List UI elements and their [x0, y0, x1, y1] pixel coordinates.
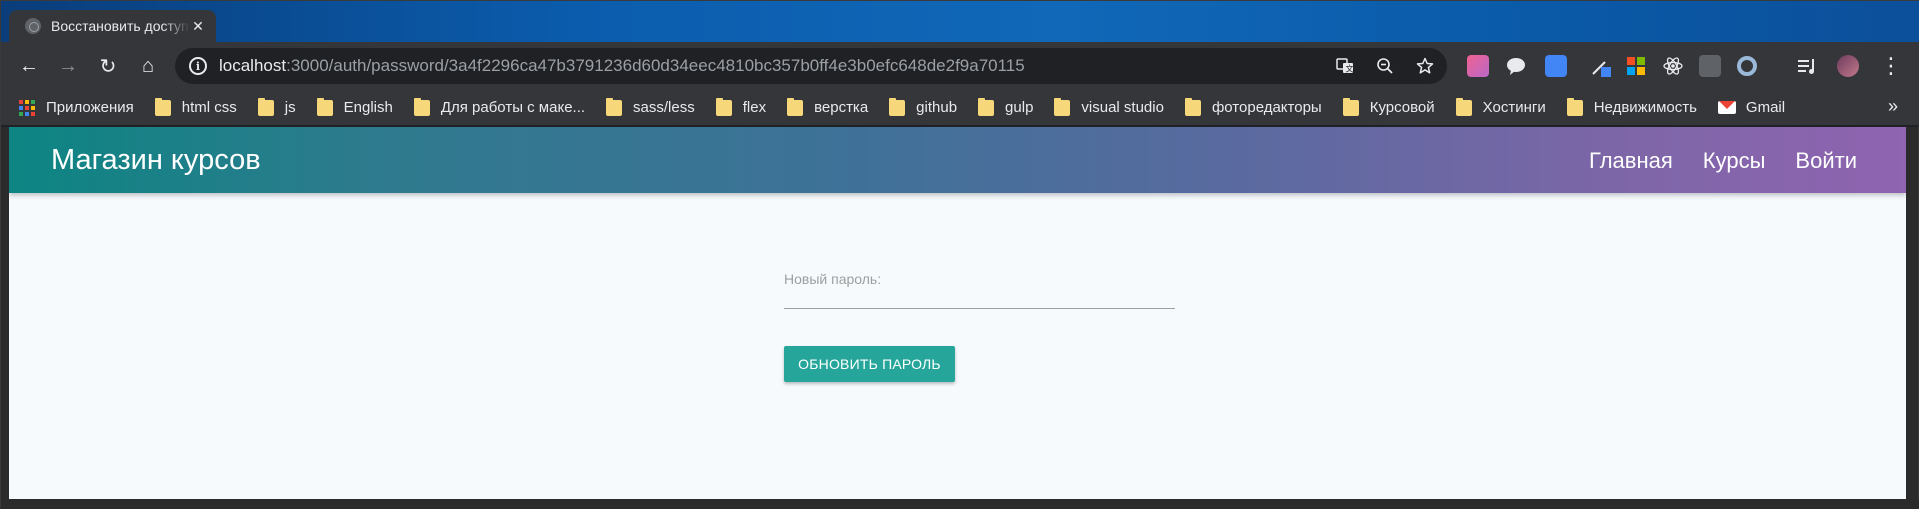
bookmark-label: flex — [742, 99, 767, 116]
bookmark-folder[interactable]: gulp — [978, 97, 1034, 116]
media-control-icon[interactable] — [1796, 55, 1818, 77]
bookmark-label: Хостинги — [1482, 99, 1546, 116]
bookmark-folder[interactable]: sass/less — [606, 97, 695, 116]
tab-strip: Восстановить доступ ✕ — [1, 1, 1919, 42]
bookmark-label: Приложения — [46, 99, 134, 116]
svg-text:文: 文 — [1346, 64, 1354, 74]
folder-icon — [1342, 97, 1359, 116]
globe-icon — [25, 18, 41, 34]
url-host: localhost — [219, 56, 287, 75]
folder-icon — [978, 97, 995, 116]
browser-window: Восстановить доступ ✕ ← → ↻ ⌂ i localhos… — [0, 0, 1919, 509]
bookmark-label: English — [343, 99, 393, 116]
bookmark-label: gulp — [1005, 99, 1034, 116]
window-frame-right — [1904, 127, 1918, 509]
tab-title: Восстановить доступ — [51, 18, 189, 34]
folder-icon — [1566, 97, 1583, 116]
ring-extension-icon[interactable] — [1736, 55, 1758, 77]
bookmark-label: html css — [181, 99, 237, 116]
folder-icon — [1455, 97, 1472, 116]
folder-icon — [257, 97, 274, 116]
reload-button[interactable]: ↻ — [94, 52, 122, 80]
bookmark-label: верстка — [814, 99, 869, 116]
avatar[interactable] — [1837, 55, 1859, 77]
chat-extension-icon[interactable] — [1505, 55, 1527, 77]
bookmark-folder[interactable]: visual studio — [1054, 97, 1164, 116]
folder-icon — [1054, 97, 1071, 116]
bookmark-folder[interactable]: html css — [154, 97, 237, 116]
folder-icon — [1184, 97, 1201, 116]
site-nav: Главная Курсы Войти — [1589, 148, 1857, 174]
bookmark-label: Курсовой — [1369, 99, 1435, 116]
url-path: :3000/auth/password/3a4f2296ca47b3791236… — [286, 56, 1025, 75]
bookmark-folder[interactable]: js — [257, 97, 296, 116]
bookmark-folder[interactable]: English — [316, 97, 393, 116]
bookmark-label: Недвижимость — [1593, 99, 1697, 116]
bookmark-label: visual studio — [1081, 99, 1164, 116]
browser-toolbar: ← → ↻ ⌂ i localhost:3000/auth/password/3… — [1, 42, 1919, 90]
bookmark-label: sass/less — [633, 99, 695, 116]
bookmark-folder[interactable]: Курсовой — [1342, 97, 1435, 116]
react-devtools-icon[interactable] — [1662, 55, 1684, 77]
bookmark-folder[interactable]: верстка — [787, 97, 869, 116]
folder-icon — [715, 97, 732, 116]
new-password-input[interactable] — [784, 299, 1175, 309]
zoom-out-icon[interactable] — [1375, 56, 1395, 76]
apps-icon — [19, 99, 35, 116]
folder-icon — [787, 97, 804, 116]
back-button[interactable]: ← — [15, 52, 43, 80]
nav-link-login[interactable]: Войти — [1795, 148, 1857, 174]
site-brand[interactable]: Магазин курсов — [51, 144, 261, 177]
color-picker-icon[interactable] — [1590, 55, 1612, 77]
translate-extension-icon[interactable] — [1545, 55, 1567, 77]
window-frame-left — [1, 127, 9, 509]
bookmark-label: фоторедакторы — [1211, 99, 1322, 116]
password-label: Новый пароль: — [784, 271, 882, 287]
bookmark-folder[interactable]: Для работы с маке... — [413, 97, 586, 116]
bookmark-label: Для работы с маке... — [440, 99, 586, 116]
tab-close-icon[interactable]: ✕ — [190, 18, 206, 35]
extension-icon[interactable] — [1467, 55, 1489, 77]
bookmark-apps[interactable]: Приложения — [19, 99, 134, 116]
bookmark-folder[interactable]: Хостинги — [1455, 97, 1546, 116]
folder-icon — [606, 97, 623, 116]
menu-icon[interactable]: ⋮ — [1877, 52, 1905, 80]
tab-active[interactable]: Восстановить доступ ✕ — [9, 10, 216, 42]
nav-link-home[interactable]: Главная — [1589, 148, 1673, 174]
page-content: Магазин курсов Главная Курсы Войти Новый… — [9, 127, 1906, 499]
translate-icon[interactable]: 文 — [1335, 56, 1355, 76]
reset-password-form: Новый пароль: — [784, 271, 1175, 313]
omnibox-actions: 文 — [1335, 56, 1435, 76]
address-bar[interactable]: i localhost:3000/auth/password/3a4f2296c… — [175, 48, 1447, 84]
bookmarks-bar: Приложения html css js English Для работ… — [1, 90, 1919, 126]
bookmark-folder[interactable]: github — [889, 97, 958, 116]
folder-icon — [316, 97, 333, 116]
more-bookmarks-button[interactable]: » — [1888, 96, 1898, 117]
bookmark-folder[interactable]: flex — [715, 97, 767, 116]
bookmark-label: Gmail — [1745, 99, 1786, 116]
update-password-button[interactable]: ОБНОВИТЬ ПАРОЛЬ — [784, 346, 955, 382]
folder-icon — [889, 97, 906, 116]
forward-button[interactable]: → — [54, 52, 82, 80]
info-icon[interactable]: i — [189, 57, 207, 75]
site-navbar: Магазин курсов Главная Курсы Войти — [9, 127, 1906, 193]
url-text[interactable]: localhost:3000/auth/password/3a4f2296ca4… — [219, 56, 1025, 76]
bookmark-label: github — [916, 99, 958, 116]
windows-extension-icon[interactable] — [1625, 55, 1647, 77]
bookmark-gmail[interactable]: Gmail — [1717, 99, 1786, 116]
grid-extension-icon[interactable] — [1699, 55, 1721, 77]
nav-link-courses[interactable]: Курсы — [1703, 148, 1766, 174]
home-button[interactable]: ⌂ — [134, 52, 162, 80]
bookmark-label: js — [284, 99, 296, 116]
folder-icon — [413, 97, 430, 116]
bookmark-folder[interactable]: Недвижимость — [1566, 97, 1697, 116]
star-icon[interactable] — [1415, 56, 1435, 76]
folder-icon — [154, 97, 171, 116]
gmail-icon — [1717, 101, 1736, 114]
bookmark-folder[interactable]: фоторедакторы — [1184, 97, 1322, 116]
